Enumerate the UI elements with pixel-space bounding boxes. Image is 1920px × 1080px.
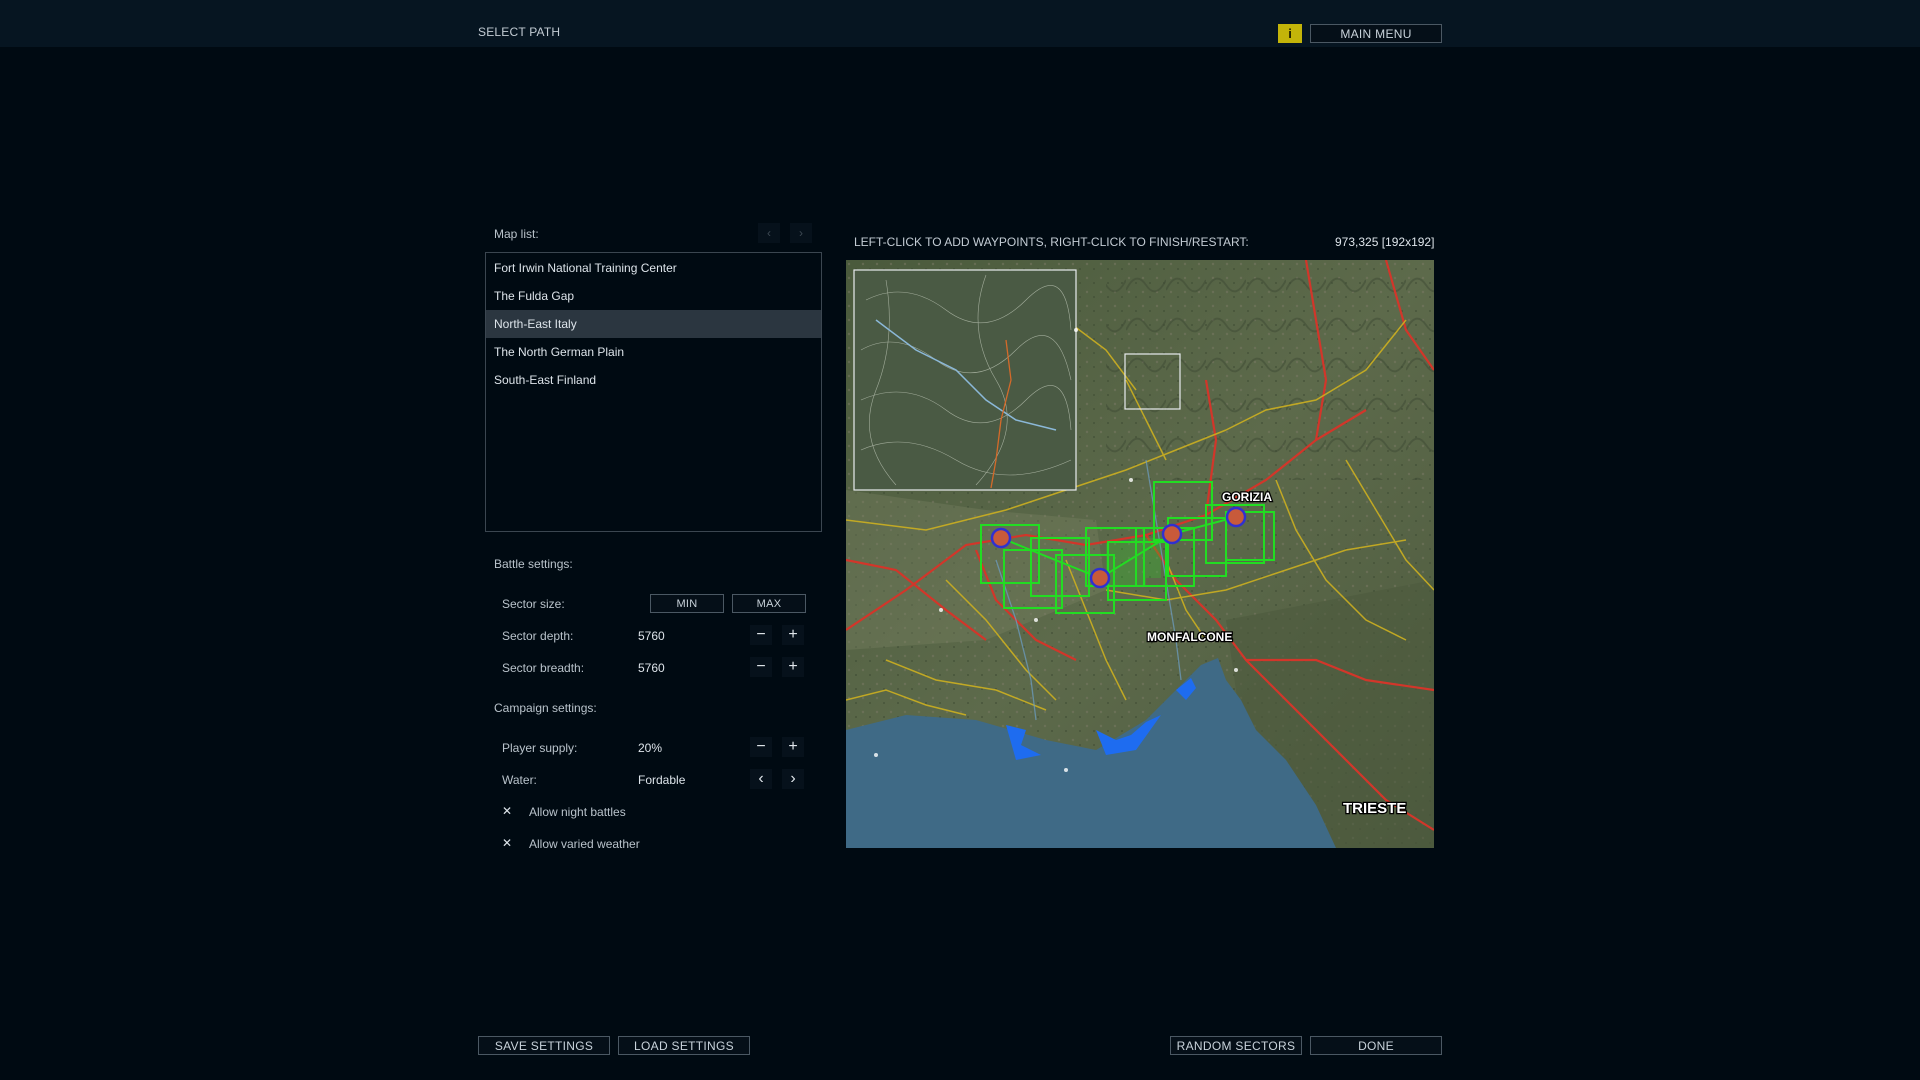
info-button[interactable]: i <box>1278 24 1302 43</box>
map-list-item-south-east-finland[interactable]: South-East Finland <box>486 366 821 394</box>
sector-depth-value: 5760 <box>638 629 665 643</box>
waypoint-4[interactable] <box>1225 506 1247 528</box>
sector-size-min-button[interactable]: MIN <box>650 594 724 613</box>
random-sectors-button[interactable]: RANDOM SECTORS <box>1170 1036 1302 1055</box>
done-button[interactable]: DONE <box>1310 1036 1442 1055</box>
city-label-gorizia: GORIZIA <box>1222 490 1272 504</box>
load-settings-button[interactable]: LOAD SETTINGS <box>618 1036 750 1055</box>
water-value: Fordable <box>638 773 686 787</box>
water-next-button[interactable]: › <box>782 769 804 789</box>
city-label-trieste: TRIESTE <box>1343 800 1406 817</box>
save-settings-button[interactable]: SAVE SETTINGS <box>478 1036 610 1055</box>
map-list-item-north-german-plain[interactable]: The North German Plain <box>486 338 821 366</box>
map-instruction: LEFT-CLICK TO ADD WAYPOINTS, RIGHT-CLICK… <box>854 235 1249 249</box>
waypoint-2[interactable] <box>1089 567 1111 589</box>
sector-depth-label: Sector depth: <box>502 629 574 643</box>
player-supply-value: 20% <box>638 741 663 755</box>
waypoint-3[interactable] <box>1161 523 1183 545</box>
sector-breadth-increase-button[interactable]: + <box>782 657 804 677</box>
battle-settings-label: Battle settings: <box>494 557 573 571</box>
main-menu-button[interactable]: MAIN MENU <box>1310 24 1442 43</box>
varied-weather-label: Allow varied weather <box>529 837 640 851</box>
campaign-map[interactable]: GORIZIA MONFALCONE TRIESTE <box>846 260 1434 848</box>
sector-depth-decrease-button[interactable]: − <box>750 625 772 645</box>
minimap[interactable] <box>853 269 1077 491</box>
campaign-settings-label: Campaign settings: <box>494 701 597 715</box>
page-title: SELECT PATH <box>478 25 561 39</box>
waypoint-1[interactable] <box>990 527 1012 549</box>
sector-size-max-button[interactable]: MAX <box>732 594 806 613</box>
map-list-item-fort-irwin[interactable]: Fort Irwin National Training Center <box>486 254 821 282</box>
map-list-item-north-east-italy[interactable]: North-East Italy <box>486 310 821 338</box>
player-supply-decrease-button[interactable]: − <box>750 737 772 757</box>
mountain-texture <box>1106 260 1434 480</box>
map-list-label: Map list: <box>494 227 539 241</box>
map-list-prev-button[interactable]: ‹ <box>758 223 780 243</box>
night-battles-checkbox[interactable]: ✕ <box>500 804 514 818</box>
top-bar <box>0 0 1920 47</box>
cursor-coordinates: 973,325 [192x192] <box>1335 235 1435 249</box>
map-list: Fort Irwin National Training Center The … <box>485 252 822 532</box>
sector-breadth-decrease-button[interactable]: − <box>750 657 772 677</box>
sector-breadth-label: Sector breadth: <box>502 661 585 675</box>
water-prev-button[interactable]: ‹ <box>750 769 772 789</box>
water-label: Water: <box>502 773 537 787</box>
city-label-monfalcone: MONFALCONE <box>1147 630 1232 644</box>
satellite-map[interactable]: GORIZIA MONFALCONE TRIESTE <box>846 260 1434 848</box>
map-list-item-fulda-gap[interactable]: The Fulda Gap <box>486 282 821 310</box>
sector-depth-increase-button[interactable]: + <box>782 625 804 645</box>
map-list-next-button[interactable]: › <box>790 223 812 243</box>
varied-weather-checkbox[interactable]: ✕ <box>500 836 514 850</box>
player-supply-increase-button[interactable]: + <box>782 737 804 757</box>
night-battles-label: Allow night battles <box>529 805 626 819</box>
sector-size-label: Sector size: <box>502 597 565 611</box>
sector-breadth-value: 5760 <box>638 661 665 675</box>
player-supply-label: Player supply: <box>502 741 578 755</box>
